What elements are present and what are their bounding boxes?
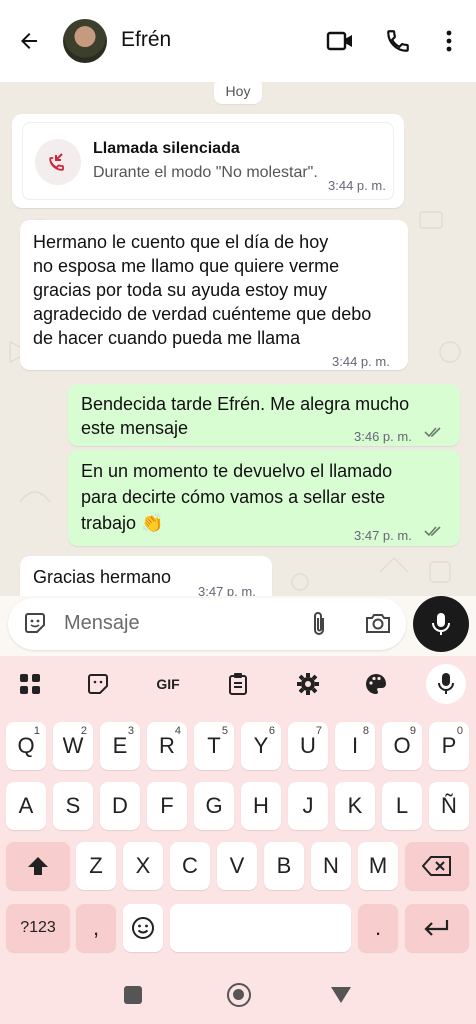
key-j[interactable]: J	[288, 782, 328, 830]
key-q[interactable]: Q1	[6, 722, 46, 770]
message-line: de hacer cuando pueda me llama	[33, 328, 301, 348]
camera-icon[interactable]	[364, 610, 392, 641]
key-i[interactable]: I8	[335, 722, 375, 770]
voice-record-button[interactable]	[413, 596, 469, 652]
key-n[interactable]: N	[311, 842, 351, 890]
message-line: para decirte cómo vamos a sellar este	[81, 487, 386, 507]
message-line: Hermano le cuento que el día de hoy	[33, 232, 329, 252]
backspace-icon	[422, 856, 451, 876]
recents-icon[interactable]	[124, 986, 142, 1004]
attach-icon[interactable]	[308, 610, 330, 643]
message-input[interactable]: Mensaje	[64, 612, 140, 635]
phone-call-icon[interactable]	[383, 26, 413, 56]
message-time: 3:47 p. m.	[354, 528, 412, 543]
back-triangle-icon[interactable]	[330, 986, 352, 1004]
sticker-icon[interactable]	[84, 670, 112, 698]
key-u[interactable]: U7	[288, 722, 328, 770]
read-ticks-icon	[424, 427, 441, 438]
key-p[interactable]: P0	[429, 722, 469, 770]
key-h[interactable]: H	[241, 782, 281, 830]
key-n-tilde[interactable]: Ñ	[429, 782, 469, 830]
video-call-icon[interactable]	[325, 26, 355, 56]
sticker-icon[interactable]	[22, 610, 48, 641]
system-navigation-bar	[0, 966, 476, 1024]
symbols-key[interactable]: ?123	[6, 904, 70, 952]
key-t[interactable]: T5	[194, 722, 234, 770]
key-z[interactable]: Z	[76, 842, 116, 890]
key-f[interactable]: F	[147, 782, 187, 830]
shift-key[interactable]	[6, 842, 70, 890]
message-composer[interactable]: Mensaje	[8, 598, 406, 650]
enter-key[interactable]	[405, 904, 469, 952]
clipboard-icon[interactable]	[224, 670, 252, 698]
key-s[interactable]: S	[53, 782, 93, 830]
key-k[interactable]: K	[335, 782, 375, 830]
comma-key[interactable]: ,	[76, 904, 116, 952]
contact-name[interactable]: Efrén	[121, 28, 171, 52]
message-line: gracias por toda su ayuda estoy muy	[33, 280, 328, 300]
chat-area[interactable]: Hoy Llamada silenciada Durante el modo "…	[0, 82, 476, 596]
gif-button[interactable]: GIF	[150, 670, 186, 698]
message-line: agradecido de verdad cuénteme que debo	[33, 304, 372, 324]
key-w[interactable]: W2	[53, 722, 93, 770]
message-line: Gracias hermano	[33, 567, 172, 587]
key-o[interactable]: O9	[382, 722, 422, 770]
more-options-icon[interactable]	[434, 26, 464, 56]
silenced-call-icon	[35, 139, 81, 185]
message-line: Bendecida tarde Efrén. Me alegra mucho	[81, 394, 410, 414]
message-bubble-outgoing[interactable]: Bendecida tarde Efrén. Me alegra mucho e…	[68, 384, 460, 446]
keyboard-toolbar: GIF	[0, 656, 476, 712]
theme-palette-icon[interactable]	[362, 670, 390, 698]
chat-header: Efrén	[0, 0, 476, 82]
message-line: no esposa me llamo que quiere verme	[33, 256, 340, 276]
message-bubble-incoming[interactable]: Gracias hermano 3:47 p. m.	[20, 556, 272, 596]
key-c[interactable]: C	[170, 842, 210, 890]
key-l[interactable]: L	[382, 782, 422, 830]
call-title: Llamada silenciada	[93, 140, 240, 157]
avatar[interactable]	[63, 19, 107, 63]
key-r[interactable]: R4	[147, 722, 187, 770]
space-key[interactable]	[170, 904, 351, 952]
message-line: trabajo 👏	[81, 513, 164, 533]
voice-input-button[interactable]	[426, 664, 466, 704]
key-x[interactable]: X	[123, 842, 163, 890]
date-chip: Hoy	[214, 82, 262, 104]
key-e[interactable]: E3	[100, 722, 140, 770]
key-v[interactable]: V	[217, 842, 257, 890]
read-ticks-icon	[424, 526, 441, 537]
mic-icon	[438, 673, 454, 694]
mic-icon	[432, 613, 450, 635]
call-subtitle: Durante el modo "No molestar".	[93, 164, 318, 181]
message-time: 3:46 p. m.	[354, 429, 412, 444]
backspace-key[interactable]	[405, 842, 469, 890]
message-time: 3:44 p. m.	[332, 354, 390, 369]
shift-arrow-icon	[28, 857, 48, 875]
key-a[interactable]: A	[6, 782, 46, 830]
keyboard: GIF Q1 W2 E3 R4 T5 Y6 U7 I8 O9 P0 A S D …	[0, 656, 476, 966]
period-key[interactable]: .	[358, 904, 398, 952]
message-bubble-incoming[interactable]: Hermano le cuento que el día de hoy no e…	[20, 220, 408, 370]
enter-return-icon	[424, 920, 449, 936]
key-d[interactable]: D	[100, 782, 140, 830]
settings-gear-icon[interactable]	[294, 670, 322, 698]
key-g[interactable]: G	[194, 782, 234, 830]
apps-grid-icon[interactable]	[16, 670, 44, 698]
key-y[interactable]: Y6	[241, 722, 281, 770]
message-bubble-outgoing[interactable]: En un momento te devuelvo el llamado par…	[68, 450, 460, 546]
home-icon[interactable]	[227, 983, 251, 1007]
emoji-smiley-icon	[132, 917, 154, 939]
message-time: 3:44 p. m.	[328, 178, 386, 193]
emoji-key[interactable]	[123, 904, 163, 952]
message-time: 3:47 p. m.	[198, 584, 256, 596]
key-b[interactable]: B	[264, 842, 304, 890]
missed-call-card[interactable]: Llamada silenciada Durante el modo "No m…	[12, 114, 404, 208]
back-arrow-icon[interactable]	[14, 26, 44, 56]
message-line: En un momento te devuelvo el llamado	[81, 461, 393, 481]
key-m[interactable]: M	[358, 842, 398, 890]
